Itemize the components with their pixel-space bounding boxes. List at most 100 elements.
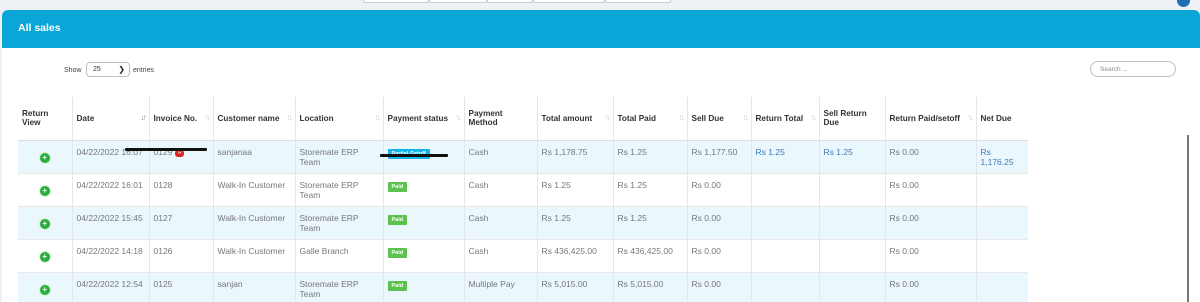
sort-arrows-icon[interactable]: ↑↓ xyxy=(811,113,817,122)
column-header[interactable]: Location ↑↓ xyxy=(294,97,383,141)
column-header[interactable]: Total Paid ↑↓ xyxy=(612,97,687,141)
sort-arrows-icon[interactable]: ↑↓ xyxy=(205,113,211,122)
location-cell: Storemate ERP Team xyxy=(294,206,383,240)
sell-return-due-cell xyxy=(818,239,885,273)
net-due-cell xyxy=(975,206,1028,240)
return-total-cell xyxy=(750,239,819,273)
toolbar-button[interactable] xyxy=(487,0,533,3)
table-header-row: Return View Date ↓↑ Invoice No. ↑↓ Customer n… xyxy=(18,97,1028,141)
sort-arrows-icon[interactable]: ↑↓ xyxy=(456,113,462,122)
method-cell: Cash xyxy=(463,173,537,207)
date-cell: 04/22/2022 12:54 xyxy=(71,272,149,302)
customer-cell: Walk-In Customer xyxy=(212,206,295,240)
column-header-label: Customer name xyxy=(217,113,280,123)
invoice-number: 0126 xyxy=(153,245,173,256)
sell-return-due-cell: Rs 1.25 xyxy=(818,140,885,174)
sales-card: All sales Show 25 ❯ entries Search ... R… xyxy=(2,10,1200,302)
chevron-down-icon: ❯ xyxy=(118,65,125,74)
method-cell: Cash xyxy=(463,140,537,174)
sell-due-cell: Rs 0.00 xyxy=(686,272,751,302)
net-due-cell xyxy=(975,239,1028,273)
plus-circle-icon[interactable]: + xyxy=(39,185,50,196)
payment-status-badge[interactable]: Paid xyxy=(387,247,408,259)
sell-due-cell: Rs 1,177.50 xyxy=(686,140,751,174)
customer-cell: Walk-In Customer xyxy=(212,239,295,273)
table-row[interactable]: +04/22/2022 16:01 0128 Walk-In Customer Sto… xyxy=(18,173,1028,207)
status-cell: Paid xyxy=(382,206,464,240)
plus-circle-icon[interactable]: + xyxy=(39,218,50,229)
column-header[interactable]: Invoice No. ↑↓ xyxy=(148,97,213,141)
toolbar-button[interactable] xyxy=(429,0,487,3)
column-header[interactable]: Sell Due ↑↓ xyxy=(686,97,751,141)
return-paid-cell: Rs 0.00 xyxy=(884,272,976,302)
return-paid-cell: Rs 0.00 xyxy=(884,239,976,273)
column-header: Net Due xyxy=(975,97,1028,141)
payment-status-badge[interactable]: Paid xyxy=(387,214,408,226)
sort-arrows-icon[interactable]: ↑↓ xyxy=(605,113,611,122)
method-cell: Multiple Pay xyxy=(463,272,537,302)
invoice-number: 0128 xyxy=(153,179,173,190)
sell-return-due-cell xyxy=(818,272,885,302)
table-row[interactable]: +04/22/2022 14:18 0126 Walk-In Customer Gal… xyxy=(18,239,1028,273)
user-avatar[interactable] xyxy=(1177,0,1190,7)
vertical-scrollbar[interactable] xyxy=(1187,135,1189,302)
column-header[interactable]: Return Paid/setoff ↑↓ xyxy=(884,97,976,141)
invoice-number: 0125 xyxy=(153,278,173,289)
column-header: Payment Method xyxy=(463,97,537,141)
annotation-underline xyxy=(380,154,448,157)
sell-due-cell: Rs 0.00 xyxy=(686,173,751,207)
column-header-label: Sell Return Due xyxy=(823,109,867,128)
return-view-cell: + xyxy=(18,140,72,174)
column-header-label: Sell Due xyxy=(691,113,724,123)
return-paid-cell: Rs 0.00 xyxy=(884,140,976,174)
sell-return-due-cell xyxy=(818,206,885,240)
entries-select[interactable]: 25 ❯ xyxy=(86,62,130,77)
sort-arrows-icon[interactable]: ↑↓ xyxy=(968,113,974,122)
invoice-cell: 0126 xyxy=(148,239,213,273)
table-row[interactable]: +04/22/2022 16:07 0129 Rsanjanaa Storemate … xyxy=(18,140,1028,174)
toolbar-button[interactable] xyxy=(363,0,429,3)
sort-arrows-icon[interactable]: ↓↑ xyxy=(141,113,147,122)
net-due-cell: Rs 1,176.25 xyxy=(975,140,1028,174)
paid-cell: Rs 1.25 xyxy=(612,173,687,207)
invoice-cell: 0125 xyxy=(148,272,213,302)
paid-cell: Rs 5,015.00 xyxy=(612,272,687,302)
table-row[interactable]: +04/22/2022 15:45 0127 Walk-In Customer Sto… xyxy=(18,206,1028,240)
return-total-cell xyxy=(750,206,819,240)
payment-status-badge[interactable]: Paid xyxy=(387,181,408,193)
column-header-label: Payment status xyxy=(387,113,449,123)
table-row[interactable]: +04/22/2022 12:54 0125 sanjan Storemate ERP… xyxy=(18,272,1028,302)
column-header[interactable]: Return Total ↑↓ xyxy=(750,97,819,141)
column-header-label: Invoice No. xyxy=(153,113,198,123)
sort-arrows-icon[interactable]: ↑↓ xyxy=(375,113,381,122)
date-cell: 04/22/2022 16:07 xyxy=(71,140,149,174)
location-cell: Storemate ERP Team xyxy=(294,140,383,174)
total-cell: Rs 436,425.00 xyxy=(536,239,613,273)
invoice-cell: 0127 xyxy=(148,206,213,240)
payment-status-badge[interactable]: Paid xyxy=(387,280,408,292)
paid-cell: Rs 1.25 xyxy=(612,140,687,174)
total-cell: Rs 1.25 xyxy=(536,206,613,240)
plus-circle-icon[interactable]: + xyxy=(39,251,50,262)
column-header-label: Return Paid/setoff xyxy=(889,113,961,123)
column-header[interactable]: Payment status ↑↓ xyxy=(382,97,464,141)
status-cell: Paid xyxy=(382,272,464,302)
toolbar-button[interactable] xyxy=(605,0,671,3)
sort-arrows-icon[interactable]: ↑↓ xyxy=(287,113,293,122)
plus-circle-icon[interactable]: + xyxy=(39,284,50,295)
column-header[interactable]: Customer name ↑↓ xyxy=(212,97,295,141)
sales-table: Return View Date ↓↑ Invoice No. ↑↓ Customer n… xyxy=(18,97,1028,302)
return-total-cell: Rs 1.25 xyxy=(750,140,819,174)
method-cell: Cash xyxy=(463,206,537,240)
sort-arrows-icon[interactable]: ↑↓ xyxy=(679,113,685,122)
toolbar-button[interactable] xyxy=(533,0,605,3)
column-header[interactable]: Total amount ↑↓ xyxy=(536,97,613,141)
column-header[interactable]: Date ↓↑ xyxy=(71,97,149,141)
search-input[interactable]: Search ... xyxy=(1090,61,1176,77)
status-cell: Paid xyxy=(382,239,464,273)
plus-circle-icon[interactable]: + xyxy=(39,152,50,163)
date-cell: 04/22/2022 15:45 xyxy=(71,206,149,240)
sell-due-cell: Rs 0.00 xyxy=(686,206,751,240)
sort-arrows-icon[interactable]: ↑↓ xyxy=(743,113,749,122)
paid-cell: Rs 1.25 xyxy=(612,206,687,240)
